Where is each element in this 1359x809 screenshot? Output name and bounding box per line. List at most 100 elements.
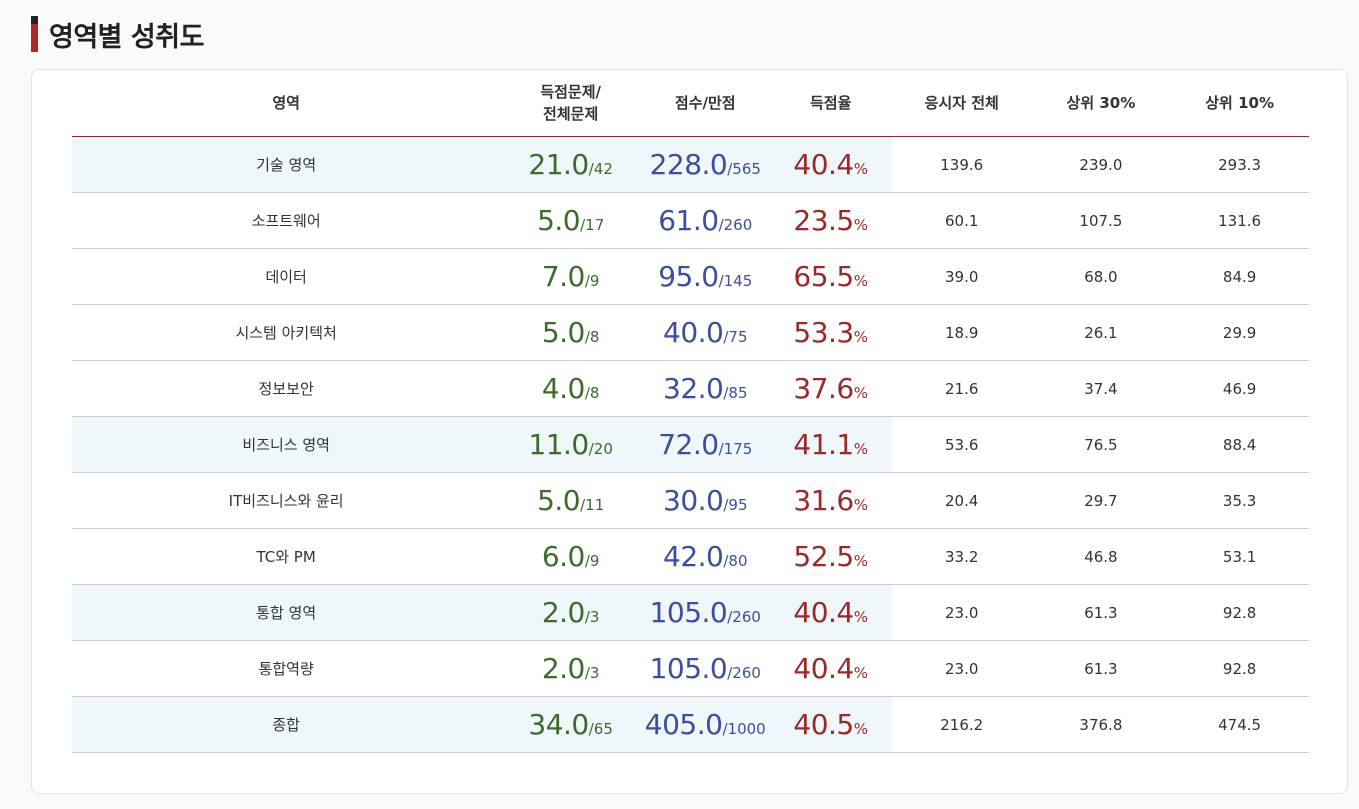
questions-total: /8 [584,328,600,346]
questions-cell: 11.0/20 [500,416,642,473]
all-average: 33.2 [891,528,1032,585]
questions-cell: 4.0/8 [500,360,642,417]
score-earned: 228.0 [649,148,728,181]
questions-total: /20 [588,440,613,458]
questions-cell: 6.0/9 [500,528,642,585]
top30-average: 107.5 [1031,192,1171,249]
table-row: TC와 PM 6.0/9 42.0/80 52.5% 33.2 46.8 53.… [72,528,1309,585]
score-max: /80 [723,552,748,570]
rate-cell: 23.5% [769,192,892,249]
rate-unit: % [853,440,868,458]
table-row: 정보보안 4.0/8 32.0/85 37.6% 21.6 37.4 46.9 [72,360,1309,417]
questions-cell: 7.0/9 [500,248,642,305]
questions-correct: 5.0 [537,484,581,517]
questions-correct: 2.0 [541,596,586,629]
rate-cell: 65.5% [769,248,892,305]
questions-correct: 21.0 [528,148,589,181]
rate-value: 31.6 [793,484,854,517]
questions-cell: 2.0/3 [500,640,642,697]
score-max: /95 [723,496,748,514]
rate-unit: % [853,720,868,738]
all-average: 20.4 [891,472,1032,529]
top10-average: 92.8 [1170,584,1309,641]
rate-cell: 40.4% [769,136,892,193]
table-row: 비즈니스 영역 11.0/20 72.0/175 41.1% 53.6 76.5… [72,416,1309,473]
questions-correct: 34.0 [528,708,589,741]
table-row: 기술 영역 21.0/42 228.0/565 40.4% 139.6 239.… [72,136,1309,193]
area-name: 소프트웨어 [72,192,501,249]
area-name: 데이터 [72,248,501,305]
score-cell: 105.0/260 [641,640,770,697]
score-cell: 228.0/565 [641,136,770,193]
questions-total: /9 [584,272,600,290]
score-max: /1000 [722,720,766,738]
questions-correct: 5.0 [537,204,581,237]
header-top30: 상위 30% [1031,70,1171,137]
score-earned: 30.0 [663,484,724,517]
rate-cell: 40.4% [769,640,892,697]
all-average: 18.9 [891,304,1032,361]
top30-average: 61.3 [1031,584,1171,641]
rate-cell: 52.5% [769,528,892,585]
rate-unit: % [853,160,868,178]
top10-average: 474.5 [1170,696,1309,753]
rate-value: 41.1 [793,428,854,461]
section-heading: 영역별 성취도 [31,16,204,53]
questions-total: /9 [584,552,600,570]
questions-cell: 5.0/17 [500,192,642,249]
top10-average: 88.4 [1170,416,1309,473]
questions-total: /8 [584,384,600,402]
top10-average: 53.1 [1170,528,1309,585]
score-max: /145 [718,272,753,290]
all-average: 53.6 [891,416,1032,473]
table-row: 통합역량 2.0/3 105.0/260 40.4% 23.0 61.3 92.… [72,640,1309,697]
rate-value: 40.4 [793,652,854,685]
rate-unit: % [853,328,868,346]
top10-average: 293.3 [1170,136,1309,193]
area-name: 비즈니스 영역 [72,416,501,473]
questions-cell: 21.0/42 [500,136,642,193]
area-name: 정보보안 [72,360,501,417]
score-cell: 95.0/145 [641,248,770,305]
rate-unit: % [853,552,868,570]
all-average: 139.6 [891,136,1032,193]
top10-average: 131.6 [1170,192,1309,249]
score-max: /565 [727,160,761,178]
rate-unit: % [853,216,868,234]
header-all: 응시자 전체 [891,70,1032,137]
top30-average: 61.3 [1031,640,1171,697]
questions-correct: 2.0 [541,652,586,685]
score-earned: 95.0 [658,260,719,293]
page: 영역별 성취도 영역 득점문제/ 전체문제 점수/만점 득점율 응시자 전체 상… [0,0,1359,809]
top10-average: 84.9 [1170,248,1309,305]
questions-correct: 4.0 [541,372,586,405]
top30-average: 37.4 [1031,360,1171,417]
top30-average: 76.5 [1031,416,1171,473]
questions-total: /65 [588,720,613,738]
top30-average: 29.7 [1031,472,1171,529]
top30-average: 46.8 [1031,528,1171,585]
title-accent-bar [31,16,38,52]
score-cell: 30.0/95 [641,472,770,529]
table-row: IT비즈니스와 윤리 5.0/11 30.0/95 31.6% 20.4 29.… [72,472,1309,529]
table-row: 종합 34.0/65 405.0/1000 40.5% 216.2 376.8 … [72,696,1309,753]
rate-cell: 40.5% [769,696,892,753]
header-rate: 득점율 [769,70,892,137]
rate-unit: % [853,496,868,514]
rate-value: 40.5 [793,708,854,741]
score-earned: 72.0 [658,428,719,461]
rate-value: 23.5 [793,204,854,237]
questions-total: /11 [580,496,605,514]
all-average: 23.0 [891,584,1032,641]
rate-unit: % [853,664,868,682]
score-max: /85 [723,384,748,402]
all-average: 216.2 [891,696,1032,753]
score-earned: 61.0 [658,204,719,237]
area-name: 통합 영역 [72,584,501,641]
area-name: 시스템 아키텍처 [72,304,501,361]
table-header-row: 영역 득점문제/ 전체문제 점수/만점 득점율 응시자 전체 상위 30% 상위… [72,70,1309,137]
questions-cell: 34.0/65 [500,696,642,753]
top10-average: 92.8 [1170,640,1309,697]
rate-cell: 37.6% [769,360,892,417]
header-questions-line1: 득점문제/ [540,83,601,101]
